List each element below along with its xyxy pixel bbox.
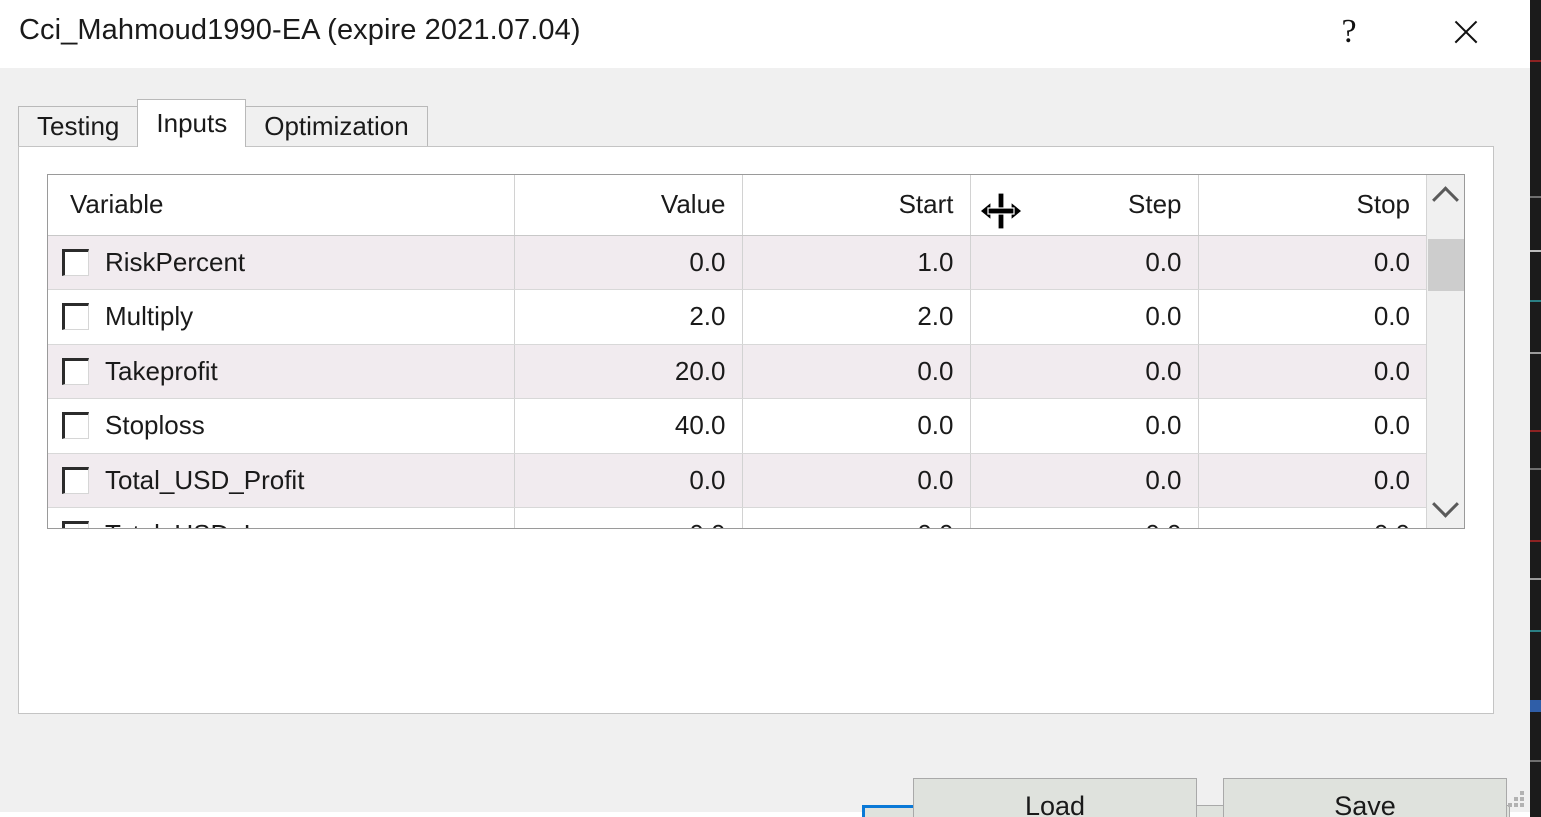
tab-testing-label: Testing: [37, 111, 119, 142]
variable-name: Stoploss: [105, 410, 205, 441]
cell-variable[interactable]: Total_USD_Profit: [48, 453, 514, 508]
cell-step[interactable]: 0.0: [970, 399, 1198, 454]
cell-stop[interactable]: 0.0: [1198, 290, 1426, 345]
cell-variable[interactable]: Takeprofit: [48, 344, 514, 399]
optimize-checkbox[interactable]: [62, 249, 89, 276]
cell-variable[interactable]: Stoploss: [48, 399, 514, 454]
grid-vertical-scrollbar[interactable]: [1426, 175, 1464, 528]
cell-value[interactable]: 0.0: [514, 235, 742, 290]
table-row[interactable]: Takeprofit 20.0 0.0 0.0 0.0: [48, 344, 1426, 399]
cell-start[interactable]: 0.0: [742, 344, 970, 399]
cell-stop[interactable]: 0.0: [1198, 399, 1426, 454]
chevron-up-icon: [1432, 186, 1459, 213]
tab-optimization-label: Optimization: [264, 111, 409, 142]
optimize-checkbox[interactable]: [62, 303, 89, 330]
tab-inputs-label: Inputs: [156, 108, 227, 139]
inputs-table: Variable Value Start Step Stop: [48, 175, 1426, 529]
column-header-start[interactable]: Start: [742, 175, 970, 235]
column-header-stop[interactable]: Stop: [1198, 175, 1426, 235]
cell-start[interactable]: 2.0: [742, 290, 970, 345]
cell-step[interactable]: 0.0: [970, 290, 1198, 345]
column-header-value[interactable]: Value: [514, 175, 742, 235]
optimize-checkbox[interactable]: [62, 358, 89, 385]
cell-value[interactable]: 2.0: [514, 290, 742, 345]
load-button[interactable]: Load: [913, 778, 1197, 817]
cell-start[interactable]: 0.0: [742, 453, 970, 508]
scroll-down-button[interactable]: [1427, 488, 1464, 528]
cell-variable[interactable]: Total_USD_Loss: [48, 508, 514, 530]
close-icon: [1451, 17, 1481, 47]
cell-start[interactable]: 0.0: [742, 508, 970, 530]
tab-strip: Testing Inputs Optimization: [18, 100, 427, 146]
close-button[interactable]: [1424, 0, 1508, 64]
cell-stop[interactable]: 0.0: [1198, 508, 1426, 530]
optimize-checkbox[interactable]: [62, 521, 89, 529]
inputs-tab-page: Variable Value Start Step Stop: [18, 146, 1494, 714]
column-header-step[interactable]: Step: [970, 175, 1198, 235]
column-header-variable[interactable]: Variable: [48, 175, 514, 235]
cell-value[interactable]: 0.0: [514, 508, 742, 530]
cell-value[interactable]: 0.0: [514, 453, 742, 508]
cell-start[interactable]: 0.0: [742, 399, 970, 454]
tab-optimization[interactable]: Optimization: [245, 106, 428, 146]
optimize-checkbox[interactable]: [62, 412, 89, 439]
inputs-grid: Variable Value Start Step Stop: [47, 174, 1465, 529]
table-row[interactable]: Total_USD_Loss 0.0 0.0 0.0 0.0: [48, 508, 1426, 530]
variable-name: Multiply: [105, 301, 193, 332]
cell-step[interactable]: 0.0: [970, 235, 1198, 290]
window-title: Cci_Mahmoud1990-EA (expire 2021.07.04): [19, 14, 581, 47]
cell-variable[interactable]: RiskPercent: [48, 235, 514, 290]
save-button[interactable]: Save: [1223, 778, 1507, 817]
background-chart-sliver: [1530, 0, 1541, 817]
screen: Cci_Mahmoud1990-EA (expire 2021.07.04) ?…: [0, 0, 1541, 817]
cell-value[interactable]: 40.0: [514, 399, 742, 454]
table-row[interactable]: Multiply 2.0 2.0 0.0 0.0: [48, 290, 1426, 345]
title-bar: Cci_Mahmoud1990-EA (expire 2021.07.04) ?: [0, 0, 1530, 68]
dialog-body: Testing Inputs Optimization: [0, 68, 1530, 812]
question-mark-icon: ?: [1341, 15, 1356, 49]
tab-inputs[interactable]: Inputs: [137, 99, 246, 147]
cell-stop[interactable]: 0.0: [1198, 344, 1426, 399]
cell-variable[interactable]: Multiply: [48, 290, 514, 345]
help-button[interactable]: ?: [1307, 0, 1391, 64]
variable-name: Total_USD_Profit: [105, 465, 304, 496]
table-row[interactable]: RiskPercent 0.0 1.0 0.0 0.0: [48, 235, 1426, 290]
variable-name: RiskPercent: [105, 247, 245, 278]
table-header-row: Variable Value Start Step Stop: [48, 175, 1426, 235]
scroll-up-button[interactable]: [1427, 175, 1464, 215]
table-row[interactable]: Total_USD_Profit 0.0 0.0 0.0 0.0: [48, 453, 1426, 508]
table-row[interactable]: Stoploss 40.0 0.0 0.0 0.0: [48, 399, 1426, 454]
ea-properties-dialog: Cci_Mahmoud1990-EA (expire 2021.07.04) ?…: [0, 0, 1530, 812]
cell-value[interactable]: 20.0: [514, 344, 742, 399]
variable-name: Takeprofit: [105, 356, 218, 387]
cell-step[interactable]: 0.0: [970, 453, 1198, 508]
cell-stop[interactable]: 0.0: [1198, 235, 1426, 290]
optimize-checkbox[interactable]: [62, 467, 89, 494]
cell-stop[interactable]: 0.0: [1198, 453, 1426, 508]
chevron-down-icon: [1432, 490, 1459, 517]
cell-step[interactable]: 0.0: [970, 344, 1198, 399]
cell-step[interactable]: 0.0: [970, 508, 1198, 530]
scrollbar-thumb[interactable]: [1428, 239, 1464, 291]
cell-start[interactable]: 1.0: [742, 235, 970, 290]
tab-testing[interactable]: Testing: [18, 106, 138, 146]
resize-grip-icon[interactable]: [1504, 787, 1524, 807]
variable-name: Total_USD_Loss: [105, 519, 299, 529]
